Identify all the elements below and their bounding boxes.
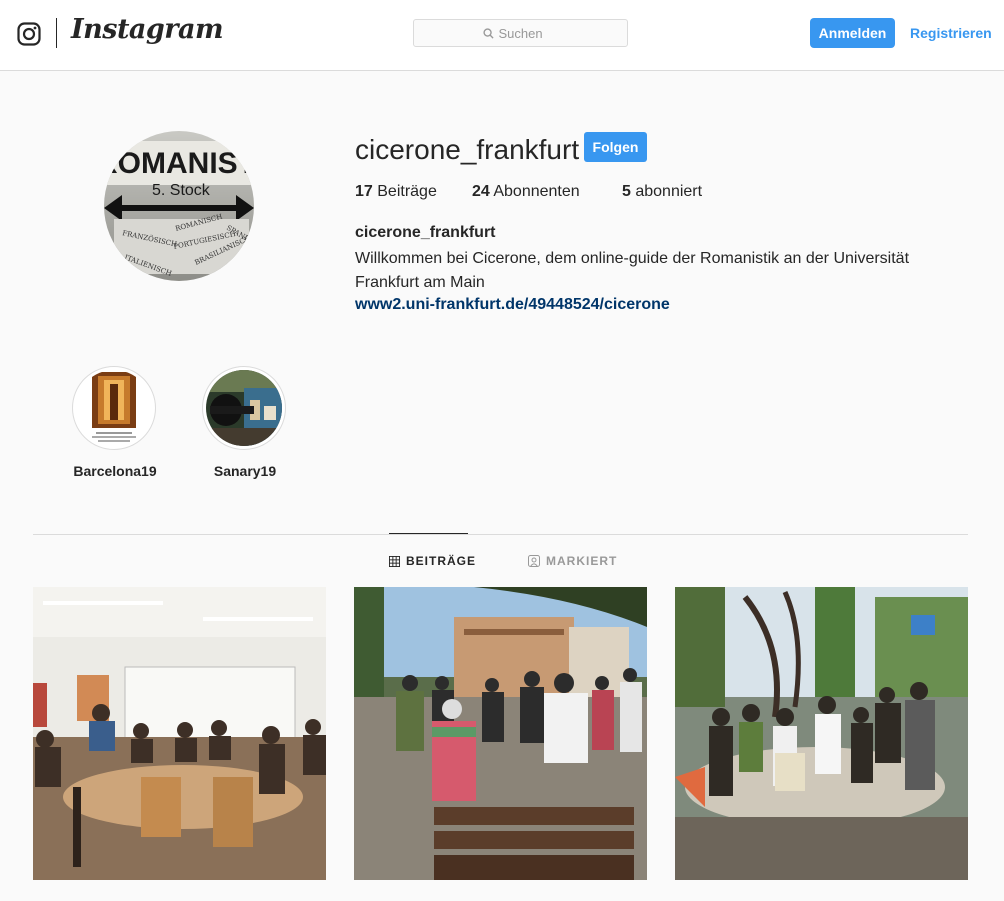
tab-tagged-label: MARKIERT (546, 554, 618, 568)
tabs-divider (33, 534, 968, 535)
highlight-ring (202, 366, 286, 450)
highlight-label: Barcelona19 (73, 463, 157, 479)
tagged-user-icon (528, 555, 540, 567)
stat-posts[interactable]: 17 Beiträge (355, 183, 472, 201)
post-thumbnail[interactable] (675, 587, 968, 880)
highlight-sanary[interactable]: Sanary19 (202, 366, 288, 479)
stat-following[interactable]: 5 abonniert (622, 183, 702, 201)
login-button[interactable]: Anmelden (810, 18, 895, 48)
stat-following-count: 5 (622, 183, 631, 200)
stat-followers-count: 24 (472, 183, 490, 200)
post-thumbnail[interactable] (33, 587, 326, 880)
tab-posts[interactable]: BEITRÄGE (389, 554, 476, 568)
top-navigation-bar: Instagram Anmelden Registrieren (0, 0, 1004, 71)
profile-stats: 17 Beiträge 24 Abonnenten 5 abonniert (355, 183, 702, 201)
tab-posts-label: BEITRÄGE (406, 554, 477, 568)
profile-full-name: cicerone_frankfurt (355, 224, 496, 241)
instagram-camera-icon[interactable] (17, 22, 41, 46)
stat-posts-count: 17 (355, 183, 373, 200)
tab-tagged[interactable]: MARKIERT (528, 554, 617, 568)
profile-website-link[interactable]: www2.uni-frankfurt.de/49448524/cicerone (355, 296, 670, 314)
post-thumbnail[interactable] (354, 587, 647, 880)
stat-followers-label: Abonnenten (493, 183, 580, 200)
search-input[interactable] (498, 25, 559, 41)
profile-avatar[interactable]: ROMANISTI 5. Stock FRANZÖSISCH ROMANISCH… (104, 131, 254, 281)
avatar-sign-title: ROMANISTI (104, 147, 254, 180)
search-icon (482, 27, 494, 39)
search-box[interactable] (413, 19, 628, 47)
logo-divider (56, 18, 57, 48)
profile-bio: Willkommen bei Cicerone, dem online-guid… (355, 250, 910, 291)
instagram-wordmark-logo[interactable]: Instagram (71, 14, 224, 45)
grid-icon (389, 555, 400, 567)
avatar-sign-floor: 5. Stock (152, 182, 211, 199)
stat-following-label: abonniert (635, 183, 703, 200)
register-link[interactable]: Registrieren (910, 25, 992, 41)
highlight-thumbnail (206, 370, 282, 446)
active-tab-indicator (389, 533, 468, 534)
highlight-barcelona[interactable]: Barcelona19 (72, 366, 158, 479)
stat-followers[interactable]: 24 Abonnenten (472, 183, 622, 201)
highlight-thumbnail (76, 370, 152, 446)
stat-posts-label: Beiträge (377, 183, 437, 200)
highlight-ring (72, 366, 156, 450)
follow-button[interactable]: Folgen (584, 132, 647, 162)
highlight-label: Sanary19 (213, 463, 277, 479)
profile-username: cicerone_frankfurt (355, 134, 580, 165)
